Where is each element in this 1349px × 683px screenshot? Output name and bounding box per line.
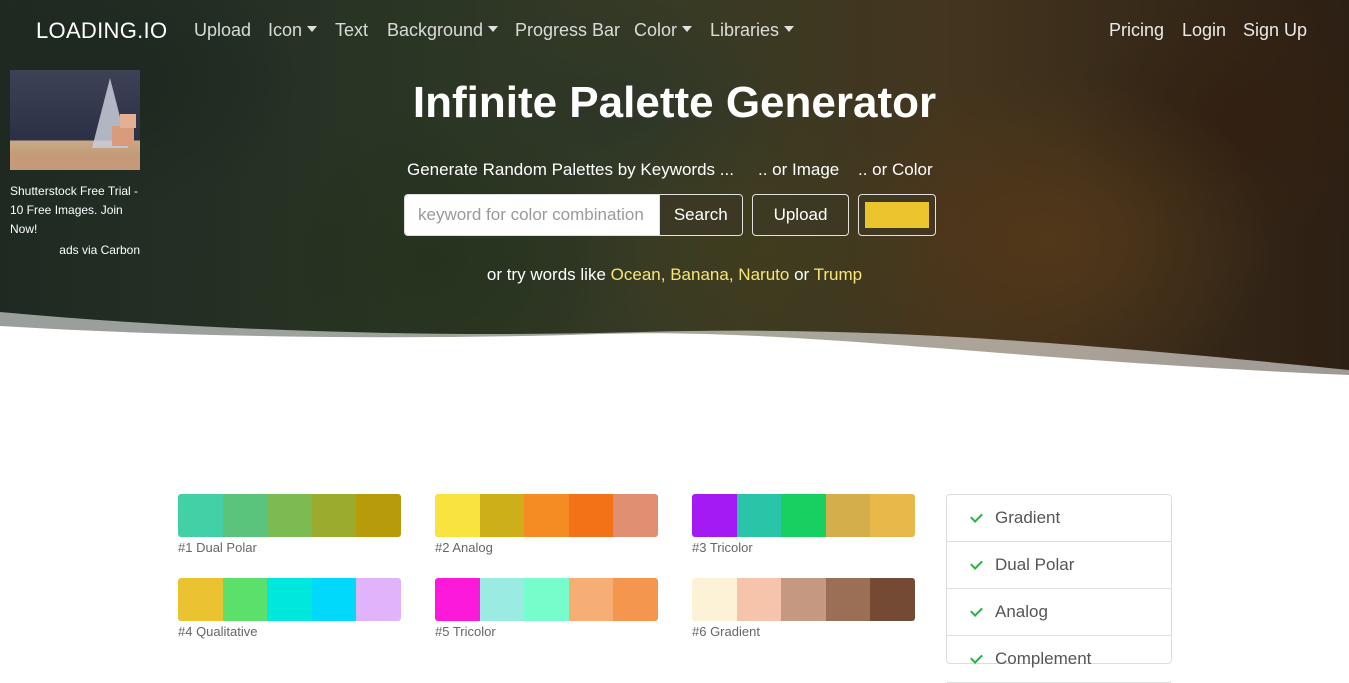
keyword-search-group: Search: [404, 194, 743, 236]
filter-gradient[interactable]: Gradient: [947, 495, 1171, 542]
by-keywords-label: Generate Random Palettes by Keywords ...: [407, 160, 734, 179]
color-swatch[interactable]: [178, 578, 223, 621]
palette-label: #4 Qualitative: [178, 624, 258, 639]
color-swatch[interactable]: [825, 578, 871, 621]
top-navbar: LOADING.IO Upload Icon Text Background P…: [0, 0, 1349, 62]
nav-text[interactable]: Text: [335, 20, 368, 41]
nav-upload[interactable]: Upload: [194, 20, 251, 41]
color-swatch[interactable]: [692, 494, 737, 537]
ad-floor-shape: [10, 154, 140, 170]
color-picker-button[interactable]: [858, 194, 936, 236]
color-swatch[interactable]: [222, 494, 268, 537]
nav-libraries-dropdown[interactable]: Libraries: [710, 20, 795, 41]
palette-swatches[interactable]: [692, 494, 915, 537]
color-swatch[interactable]: [870, 494, 915, 537]
hero-banner: LOADING.IO Upload Icon Text Background P…: [0, 0, 1349, 395]
palette-card[interactable]: #2 Analog: [435, 494, 658, 555]
caret-down-icon: [682, 26, 693, 32]
color-swatch[interactable]: [613, 494, 658, 537]
check-icon: [970, 558, 984, 572]
suggest-ocean[interactable]: Ocean: [611, 265, 661, 284]
palette-type-filter: Gradient Dual Polar Analog Complement: [946, 494, 1172, 683]
caret-down-icon: [784, 26, 795, 32]
check-icon: [970, 652, 984, 666]
check-icon: [970, 605, 984, 619]
nav-sign-up[interactable]: Sign Up: [1243, 20, 1307, 41]
color-swatch[interactable]: [568, 494, 614, 537]
palette-swatches[interactable]: [692, 578, 915, 621]
or-image-label: .. or Image: [758, 160, 840, 179]
nav-pricing[interactable]: Pricing: [1109, 20, 1164, 41]
caret-down-icon: [307, 26, 318, 32]
suggest-banana[interactable]: Banana: [670, 265, 729, 284]
palette-card[interactable]: #6 Gradient: [692, 578, 915, 639]
nav-icon-dropdown[interactable]: Icon: [268, 20, 318, 41]
color-swatch[interactable]: [435, 578, 480, 621]
color-swatch[interactable]: [356, 578, 401, 621]
nav-background-dropdown[interactable]: Background: [387, 20, 499, 41]
brand-logo[interactable]: LOADING.IO: [36, 18, 167, 44]
palette-label: #1 Dual Polar: [178, 540, 257, 555]
filter-complement[interactable]: Complement: [947, 636, 1171, 683]
color-swatch[interactable]: [435, 494, 480, 537]
color-swatch[interactable]: [870, 578, 915, 621]
palette-card[interactable]: #5 Tricolor: [435, 578, 658, 639]
color-swatch[interactable]: [736, 578, 782, 621]
search-button[interactable]: Search: [658, 195, 742, 235]
palette-label: #5 Tricolor: [435, 624, 496, 639]
ad-gift-box: [112, 126, 134, 146]
nav-progress-bar[interactable]: Progress Bar: [515, 20, 620, 41]
ad-text-link[interactable]: Shutterstock Free Trial - 10 Free Images…: [10, 182, 142, 239]
palette-label: #6 Gradient: [692, 624, 760, 639]
palette-card[interactable]: #1 Dual Polar: [178, 494, 401, 555]
color-swatch[interactable]: [178, 494, 223, 537]
ad-via-link[interactable]: ads via Carbon: [10, 243, 142, 257]
color-swatch[interactable]: [568, 578, 614, 621]
upload-image-button[interactable]: Upload: [752, 194, 849, 236]
color-swatch[interactable]: [479, 494, 525, 537]
color-swatch[interactable]: [736, 494, 782, 537]
color-swatch[interactable]: [692, 578, 737, 621]
suggestion-line: or try words like Ocean, Banana, Naruto …: [486, 265, 863, 284]
color-swatch[interactable]: [479, 578, 525, 621]
color-swatch[interactable]: [267, 494, 312, 537]
palette-label: #2 Analog: [435, 540, 493, 555]
picked-color-swatch: [865, 202, 929, 228]
hero-wave: [0, 312, 1349, 395]
color-swatch[interactable]: [311, 578, 357, 621]
palette-card[interactable]: #3 Tricolor: [692, 494, 915, 555]
color-swatch[interactable]: [781, 578, 826, 621]
color-swatch[interactable]: [311, 494, 357, 537]
color-swatch[interactable]: [222, 578, 268, 621]
page-title: Infinite Palette Generator: [412, 78, 937, 127]
check-icon: [970, 511, 984, 525]
nav-color-dropdown[interactable]: Color: [634, 20, 693, 41]
palette-swatches[interactable]: [435, 494, 658, 537]
color-swatch[interactable]: [825, 494, 871, 537]
palette-swatches[interactable]: [435, 578, 658, 621]
color-swatch[interactable]: [781, 494, 826, 537]
suggest-trump[interactable]: Trump: [814, 265, 863, 284]
palette-card[interactable]: #4 Qualitative: [178, 578, 401, 639]
caret-down-icon: [488, 26, 499, 32]
filter-analog[interactable]: Analog: [947, 589, 1171, 636]
color-swatch[interactable]: [613, 578, 658, 621]
palette-swatches[interactable]: [178, 494, 401, 537]
palette-label: #3 Tricolor: [692, 540, 753, 555]
palette-swatches[interactable]: [178, 578, 401, 621]
color-swatch[interactable]: [267, 578, 312, 621]
nav-login[interactable]: Login: [1182, 20, 1226, 41]
color-swatch[interactable]: [356, 494, 401, 537]
filter-dual-polar[interactable]: Dual Polar: [947, 542, 1171, 589]
color-swatch[interactable]: [524, 494, 569, 537]
keyword-search-input[interactable]: [405, 195, 659, 235]
suggest-naruto[interactable]: Naruto: [738, 265, 789, 284]
or-color-label: .. or Color: [858, 160, 933, 179]
color-swatch[interactable]: [524, 578, 569, 621]
